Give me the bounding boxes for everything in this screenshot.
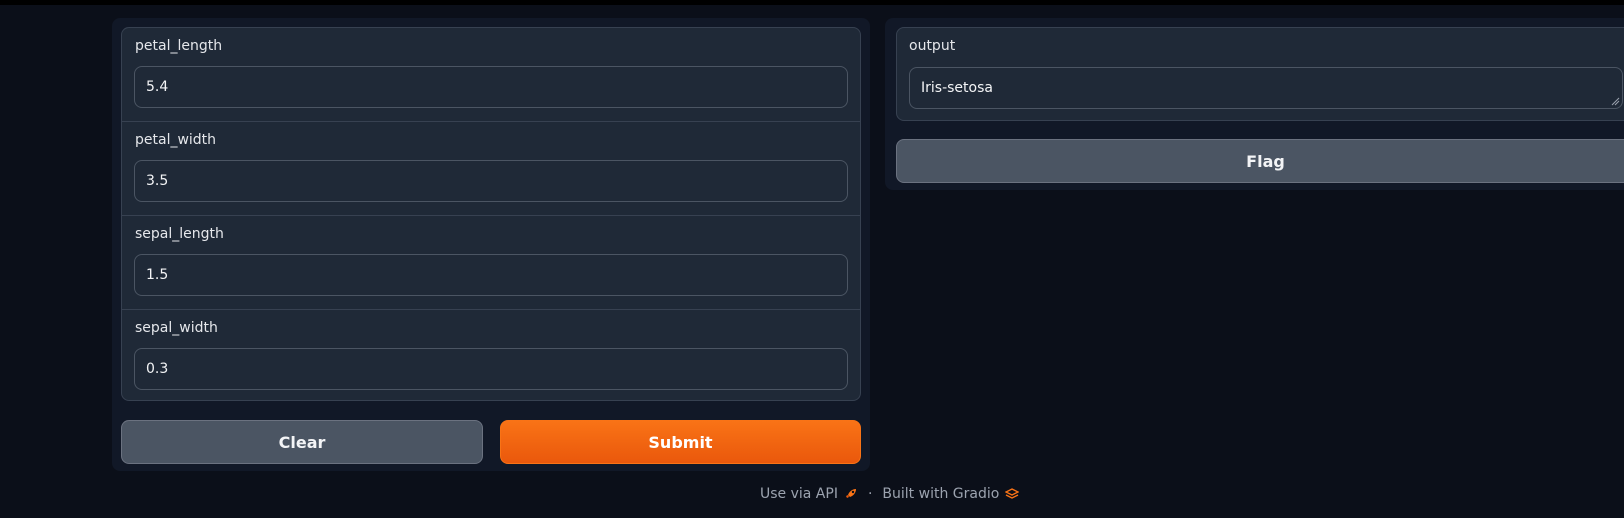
output-box: output Iris-setosa (896, 27, 1624, 121)
clear-button[interactable]: Clear (121, 420, 483, 464)
footer-separator: · (867, 486, 873, 502)
submit-button[interactable]: Submit (500, 420, 861, 464)
field-petal-length: petal_length (122, 28, 860, 122)
output-panel: output Iris-setosa Flag (885, 18, 1624, 190)
field-label: petal_width (135, 132, 217, 148)
output-textbox[interactable]: Iris-setosa (909, 67, 1623, 109)
petal-length-input[interactable] (134, 66, 848, 108)
gradio-logo-icon (1005, 488, 1020, 499)
resize-handle-icon[interactable] (1610, 96, 1620, 106)
footer: Use via API · Built with Gradio (0, 486, 1624, 510)
input-form: petal_length petal_width sepal_length se… (121, 27, 861, 401)
built-link-label: Built with Gradio (882, 486, 1000, 502)
petal-width-input[interactable] (134, 160, 848, 202)
api-link-label: Use via API (760, 486, 838, 502)
field-label: sepal_length (135, 226, 224, 242)
field-petal-width: petal_width (122, 122, 860, 216)
flag-button[interactable]: Flag (896, 139, 1624, 183)
field-sepal-width: sepal_width (122, 310, 860, 400)
field-label: sepal_width (135, 320, 218, 336)
built-with-gradio-link[interactable]: Built with Gradio (882, 486, 1020, 502)
top-bar (0, 0, 1624, 5)
rocket-icon (845, 489, 856, 498)
use-via-api-link[interactable]: Use via API (760, 486, 858, 502)
input-panel: petal_length petal_width sepal_length se… (112, 18, 870, 471)
sepal-width-input[interactable] (134, 348, 848, 390)
output-value: Iris-setosa (921, 80, 993, 96)
output-label: output (909, 38, 956, 54)
sepal-length-input[interactable] (134, 254, 848, 296)
field-sepal-length: sepal_length (122, 216, 860, 310)
field-label: petal_length (135, 38, 223, 54)
